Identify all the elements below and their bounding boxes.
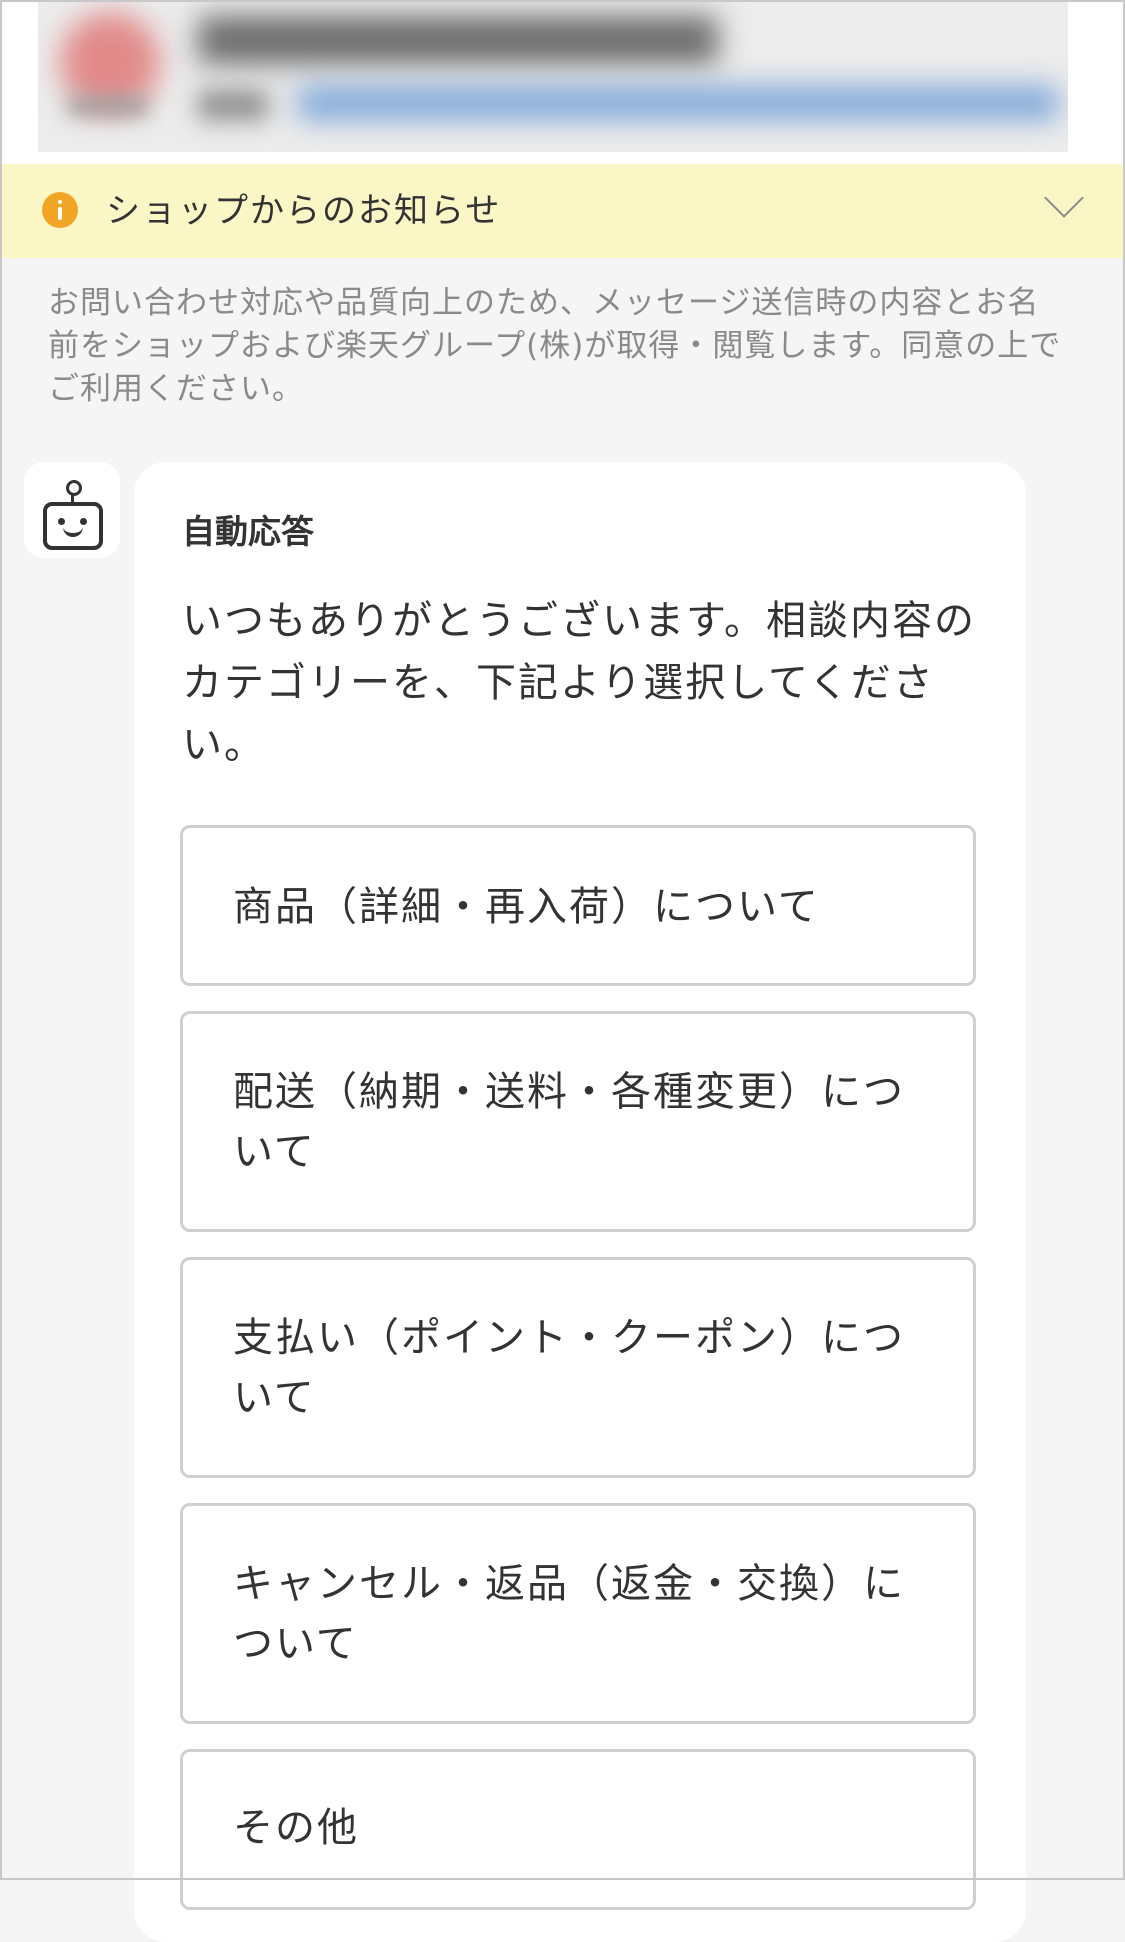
chat-message-card: 自動応答 いつもありがとうございます。相談内容のカテゴリーを、下記より選択してく… (134, 462, 1026, 1942)
blurred-shop-info (38, 2, 1068, 152)
option-label: 支払い（ポイント・クーポン）について (233, 1315, 905, 1421)
notice-title: ショップからのお知らせ (106, 191, 502, 231)
privacy-notice-text: お問い合わせ対応や品質向上のため、メッセージ送信時の内容とお名前をショップおよび… (48, 285, 1062, 407)
robot-head (43, 502, 103, 550)
option-label: 配送（納期・送料・各種変更）について (233, 1069, 905, 1175)
option-label: その他 (233, 1805, 359, 1851)
option-button-payment[interactable]: 支払い（ポイント・クーポン）について (180, 1257, 976, 1478)
option-button-other[interactable]: その他 (180, 1749, 976, 1910)
sender-name: 自動応答 (182, 512, 314, 551)
message-text: いつもありがとうございます。相談内容のカテゴリーを、下記より選択してください。 (182, 598, 976, 768)
option-button-product[interactable]: 商品（詳細・再入荷）について (180, 825, 976, 986)
robot-icon (66, 480, 82, 496)
shop-name-blurred (198, 16, 718, 64)
info-icon (42, 192, 78, 228)
bot-avatar (24, 462, 120, 558)
robot-eye-right (80, 518, 87, 525)
shop-logo-caption (68, 97, 148, 115)
option-label: 商品（詳細・再入荷）について (233, 884, 820, 930)
shop-header (0, 0, 1125, 166)
robot-eye-left (58, 518, 65, 525)
robot-mouth (63, 527, 83, 537)
option-button-cancel-return[interactable]: キャンセル・返品（返金・交換）について (180, 1503, 976, 1724)
shop-notice-bar[interactable]: ショップからのお知らせ (0, 164, 1125, 258)
option-label: キャンセル・返品（返金・交換）について (233, 1561, 905, 1667)
option-button-delivery[interactable]: 配送（納期・送料・各種変更）について (180, 1011, 976, 1232)
shop-link-blurred (298, 86, 1058, 120)
shop-meta-blurred (198, 90, 268, 120)
